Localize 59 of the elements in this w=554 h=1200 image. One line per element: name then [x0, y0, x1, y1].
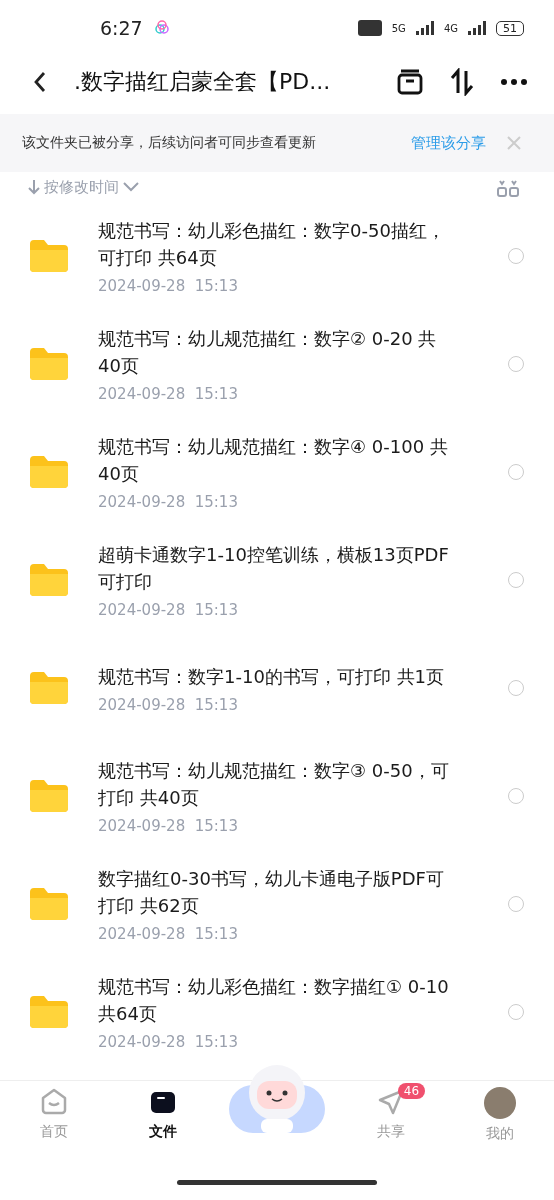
sort-icon	[448, 68, 476, 96]
back-icon	[33, 71, 47, 93]
share-notice: 该文件夹已被分享，后续访问者可同步查看更新	[22, 134, 317, 152]
battery-level: 51	[496, 20, 524, 36]
file-date: 2024-09-28 15:13	[98, 385, 239, 403]
select-radio[interactable]	[508, 788, 524, 804]
select-radio[interactable]	[508, 680, 524, 696]
file-row[interactable]: 规范书写：幼儿彩色描红：数字0-50描红，可打印 共64页 2024-09-28 15:13	[0, 202, 554, 310]
avatar	[483, 1087, 516, 1119]
file-name: 规范书写：数字1-10的书写，可打印 共1页	[98, 664, 446, 689]
file-row[interactable]: 规范书写：幼儿规范描红：数字③ 0-50，可打印 共40页 2024-09-28 15:13	[0, 742, 554, 850]
file-row[interactable]: 超萌卡通数字1-10控笔训练，横板13页PDF可打印 2024-09-28 15:13	[0, 526, 554, 634]
select-radio[interactable]	[508, 1004, 524, 1020]
file-name: 数字描红0-30书写，幼儿卡通电子版PDF可打印 共62页	[98, 867, 445, 918]
file-name: 规范书写：幼儿规范描红：数字② 0-20 共40页	[98, 327, 438, 378]
down-arrow-icon	[28, 179, 40, 195]
select-radio[interactable]	[508, 464, 524, 480]
chevron-down-icon	[123, 182, 139, 192]
file-date: 2024-09-28 15:13	[98, 277, 239, 295]
status-time: 6:27	[100, 17, 143, 39]
folder-icon	[28, 778, 70, 814]
file-name: 超萌卡通数字1-10控笔训练，横板13页PDF可打印	[98, 543, 450, 594]
folder-icon	[28, 562, 70, 598]
folder-icon	[28, 346, 70, 382]
file-date: 2024-09-28 15:13	[98, 817, 239, 835]
file-name: 规范书写：幼儿规范描红：数字④ 0-100 共40页	[98, 435, 449, 486]
folder-icon	[28, 994, 70, 1030]
file-row[interactable]: 规范书写：幼儿规范描红：数字④ 0-100 共40页 2024-09-28 15:13	[0, 418, 554, 526]
select-radio[interactable]	[508, 356, 524, 372]
file-date: 2024-09-28 15:13	[98, 695, 239, 714]
box-icon	[396, 68, 424, 96]
file-row[interactable]: 规范书写：幼儿彩色描红：数字描红① 0-10 共64页 2024-09-28 15:13	[0, 958, 554, 1066]
file-row[interactable]: 数字描红0-30书写，幼儿卡通电子版PDF可打印 共62页 2024-09-28 15:13	[0, 850, 554, 958]
network-label: 4G	[443, 22, 458, 34]
file-row[interactable]: 规范书写：数字1-10的书写，可打印 共1页 2024-09-28 15:13	[0, 634, 554, 742]
signal-icon	[415, 21, 434, 35]
select-radio[interactable]	[508, 896, 524, 912]
select-radio[interactable]	[508, 572, 524, 588]
file-row[interactable]: 规范书写：幼儿规范描红：数字② 0-20 共40页 2024-09-28 15:13	[0, 310, 554, 418]
more-icon	[500, 78, 528, 86]
file-date: 2024-09-28 15:13	[98, 493, 239, 511]
file-name: 规范书写：幼儿彩色描红：数字0-50描红，可打印 共64页	[98, 219, 446, 270]
folder-icon	[28, 886, 70, 922]
count-badge: 46	[397, 1083, 426, 1099]
folder-icon	[28, 670, 70, 706]
signal-icon	[468, 21, 486, 35]
folder-title: .数字描红启蒙全套【PD...	[74, 68, 332, 96]
network-label: 5G	[391, 22, 406, 34]
file-name: 规范书写：幼儿彩色描红：数字描红① 0-10 共64页	[98, 975, 450, 1026]
tab-item[interactable]: 文件	[118, 1087, 209, 1141]
mascot-drawing[interactable]	[227, 1063, 327, 1135]
file-name: 规范书写：幼儿规范描红：数字③ 0-50，可打印 共40页	[98, 759, 450, 810]
folder-icon	[28, 454, 70, 490]
close-icon	[507, 136, 521, 150]
folder-icon	[28, 238, 70, 274]
file-date: 2024-09-28 15:13	[98, 925, 239, 943]
select-radio[interactable]	[508, 248, 524, 264]
file-date: 2024-09-28 15:13	[98, 601, 239, 619]
file-date: 2024-09-28 15:13	[98, 1033, 239, 1051]
